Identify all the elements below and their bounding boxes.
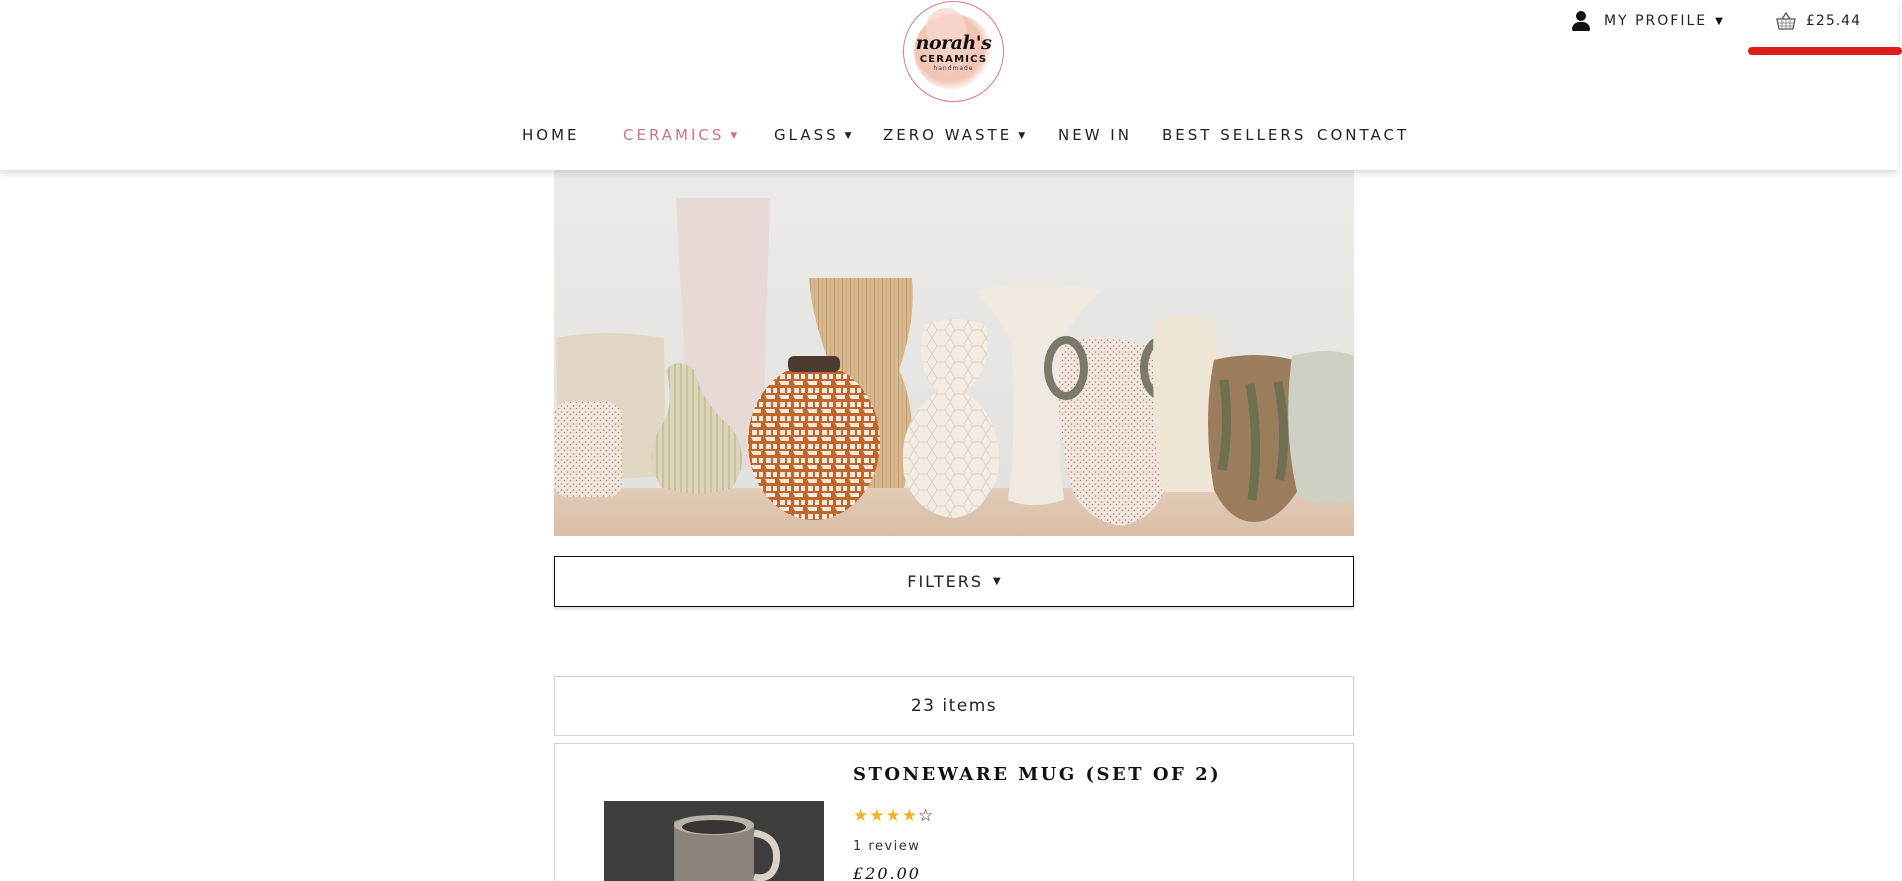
logo[interactable]: norah's CERAMICS handmade (903, 1, 1004, 102)
star-outline-icon: ☆ (918, 806, 935, 826)
nav-item-zero-waste[interactable]: ZERO WASTE ▼ (883, 126, 1028, 144)
product-card[interactable]: STONEWARE MUG (SET OF 2) ★★★★☆ 1 review … (554, 743, 1354, 881)
logo-line-3: handmade (933, 65, 974, 72)
star-icon: ★ (885, 806, 902, 826)
caret-down-icon: ▼ (1715, 15, 1723, 27)
product-image[interactable] (604, 801, 824, 881)
caret-down-icon: ▼ (730, 131, 741, 141)
basket-icon (1776, 11, 1796, 30)
logo-line-2: CERAMICS (919, 54, 988, 65)
filters-label: FILTERS (907, 572, 984, 591)
caret-down-icon: ▼ (1018, 131, 1029, 141)
nav-item-glass[interactable]: GLASS ▼ (774, 126, 855, 144)
main-nav: HOME CERAMICS ▼ GLASS ▼ ZERO WASTE ▼ NEW IN… (0, 126, 1898, 150)
nav-item-ceramics[interactable]: CERAMICS ▼ (623, 126, 740, 144)
site-header: norah's CERAMICS handmade MY PROFILE ▼ £… (0, 0, 1902, 170)
filters-button[interactable]: FILTERS ▼ (554, 556, 1354, 607)
product-price: £20.00 (853, 864, 921, 881)
nav-item-new-in[interactable]: NEW IN (1058, 126, 1132, 144)
user-icon (1570, 9, 1592, 33)
my-profile-menu[interactable]: MY PROFILE ▼ (1570, 9, 1723, 33)
nav-item-contact[interactable]: CONTACT (1317, 126, 1409, 144)
product-title[interactable]: STONEWARE MUG (SET OF 2) (853, 764, 1221, 785)
basket-button[interactable]: £25.44 (1775, 11, 1861, 31)
item-count-text: 23 items (910, 696, 998, 716)
star-rating: ★★★★☆ (853, 806, 934, 826)
nav-item-best-sellers[interactable]: BEST SELLERS (1162, 126, 1306, 144)
my-profile-label: MY PROFILE (1604, 13, 1708, 29)
caret-down-icon: ▼ (993, 576, 1001, 587)
star-icon: ★ (853, 806, 870, 826)
star-icon: ★ (869, 806, 886, 826)
hero-image (554, 170, 1354, 536)
nav-item-home[interactable]: HOME (522, 126, 580, 144)
review-count-link[interactable]: 1 review (853, 839, 920, 854)
basket-total: £25.44 (1806, 13, 1861, 29)
item-count-bar: 23 items (554, 676, 1354, 736)
highlight-underline (1748, 47, 1902, 55)
star-icon: ★ (901, 806, 918, 826)
logo-line-1: norah's (915, 32, 992, 54)
caret-down-icon: ▼ (844, 131, 855, 141)
